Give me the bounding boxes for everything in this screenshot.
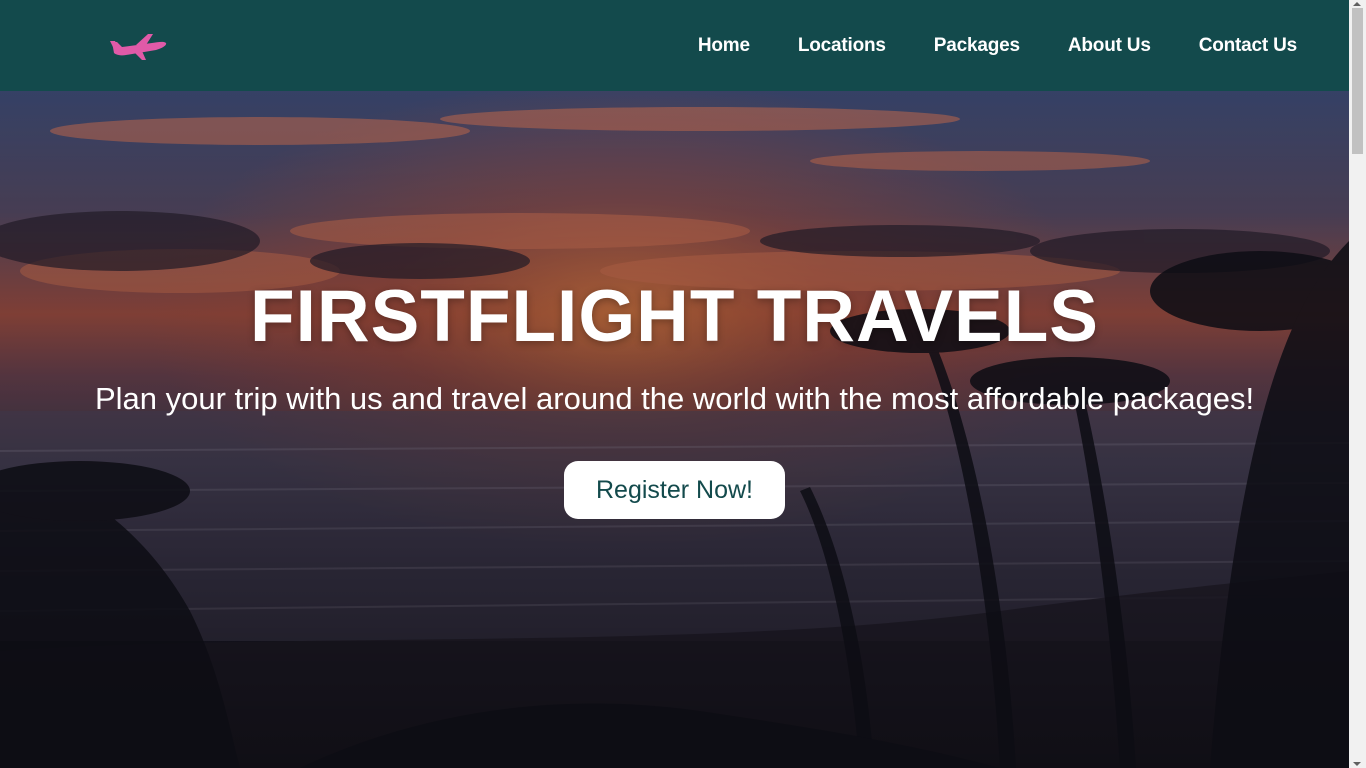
nav-link-locations[interactable]: Locations [798,35,886,57]
vertical-scrollbar[interactable] [1349,0,1366,768]
scrollbar-thumb[interactable] [1352,8,1363,154]
hero-content: FIRSTFLIGHT TRAVELS Plan your trip with … [0,91,1349,768]
nav-link-contact-us[interactable]: Contact Us [1199,35,1297,57]
nav-link-packages[interactable]: Packages [934,35,1020,57]
airplane-icon [110,33,167,60]
nav-links: Home Locations Packages About Us Contact… [698,35,1297,57]
hero-section: FIRSTFLIGHT TRAVELS Plan your trip with … [0,91,1349,768]
register-now-button[interactable]: Register Now! [564,461,785,519]
nav-link-about-us[interactable]: About Us [1068,35,1151,57]
nav-link-home[interactable]: Home [698,35,750,57]
hero-subtitle: Plan your trip with us and travel around… [94,381,1255,416]
scroll-up-arrow-icon[interactable] [1353,2,1361,6]
hero-title: FIRSTFLIGHT TRAVELS [250,276,1099,357]
scroll-down-arrow-icon[interactable] [1353,762,1361,766]
top-navbar: Home Locations Packages About Us Contact… [0,0,1349,91]
site-logo[interactable] [108,30,168,62]
